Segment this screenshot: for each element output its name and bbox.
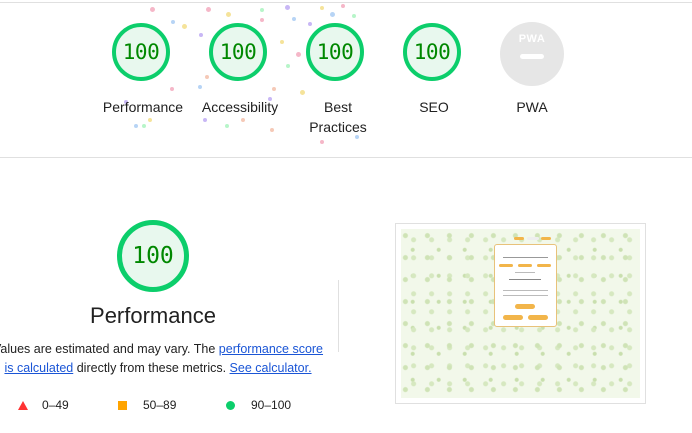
top-divider <box>0 2 692 3</box>
mini-nav-item <box>527 237 539 240</box>
seo-gauge[interactable]: 100 <box>403 23 461 81</box>
legend-pass-range: 90–100 <box>251 398 292 412</box>
description-text-1: Values are estimated and may vary. The <box>0 342 219 356</box>
legend-fail: 0–49 <box>18 398 69 412</box>
pwa-label[interactable]: PWA <box>477 97 587 117</box>
square-icon <box>118 400 127 410</box>
thumbnail-card <box>494 244 557 327</box>
performance-score: 100 <box>122 40 160 64</box>
legend-average: 50–89 <box>118 398 176 412</box>
performance-description: Values are estimated and may vary. The p… <box>0 340 328 378</box>
legend-pass: 90–100 <box>226 398 291 412</box>
best-practices-label[interactable]: Best Practices <box>296 97 380 137</box>
pwa-gauge[interactable]: PWA <box>500 22 564 86</box>
performance-label[interactable]: Performance <box>88 97 198 117</box>
section-divider <box>0 157 692 158</box>
thumbnail-background <box>401 229 640 398</box>
performance-detail-score: 100 <box>132 243 174 269</box>
pwa-badge-text: PWA <box>518 33 546 45</box>
performance-detail-title: Performance <box>90 303 216 328</box>
see-calculator-link[interactable]: See calculator. <box>230 361 312 375</box>
seo-label[interactable]: SEO <box>379 97 489 117</box>
mini-nav-item <box>541 237 551 240</box>
page-screenshot-thumbnail[interactable] <box>395 223 646 404</box>
seo-score: 100 <box>413 40 451 64</box>
legend-average-range: 50–89 <box>143 398 177 412</box>
legend-fail-range: 0–49 <box>42 398 69 412</box>
accessibility-gauge[interactable]: 100 <box>209 23 267 81</box>
performance-gauge[interactable]: 100 <box>112 23 170 81</box>
mini-nav-item <box>514 237 524 240</box>
triangle-icon <box>18 400 28 410</box>
pwa-dash-icon <box>520 54 544 59</box>
best-practices-gauge[interactable]: 100 <box>306 23 364 81</box>
performance-detail-gauge: 100 <box>117 220 189 292</box>
vertical-divider <box>338 280 339 352</box>
best-practices-score: 100 <box>316 40 354 64</box>
accessibility-score: 100 <box>219 40 257 64</box>
circle-icon <box>226 400 235 410</box>
description-text-2: directly from these metrics. <box>73 361 230 375</box>
accessibility-label[interactable]: Accessibility <box>185 97 295 117</box>
